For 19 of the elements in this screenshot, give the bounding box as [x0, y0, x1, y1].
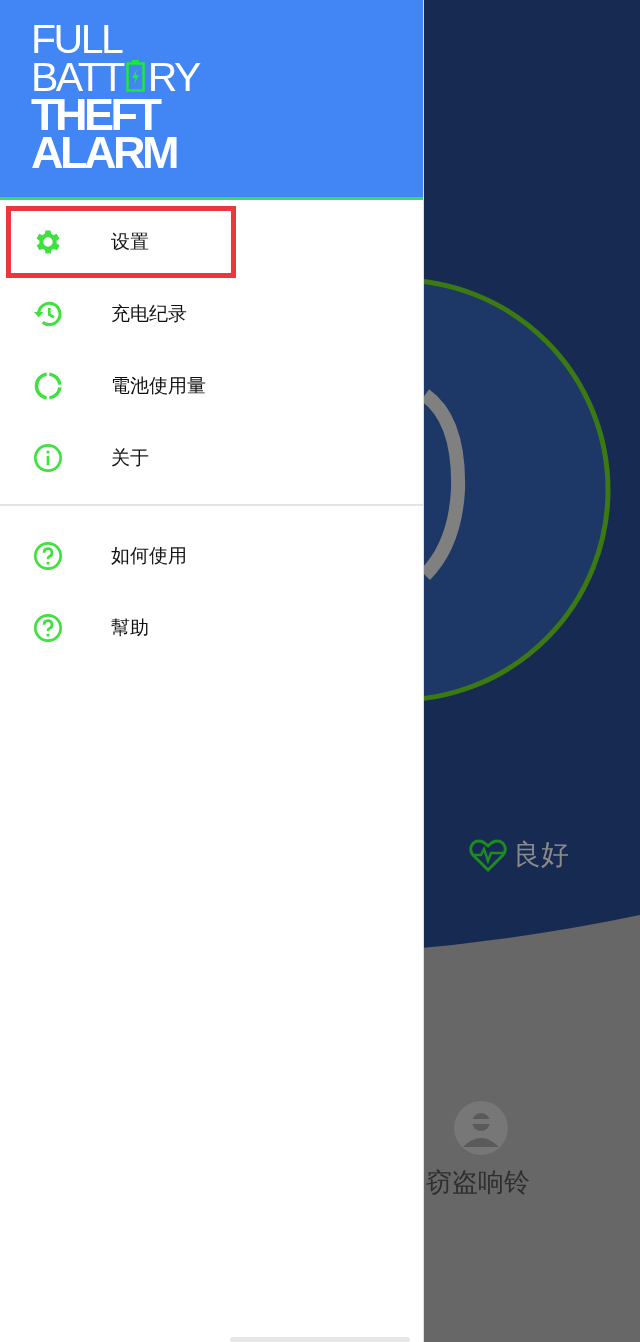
health-status: 良好: [513, 841, 569, 869]
thief-avatar-icon: [454, 1101, 508, 1155]
ring-icon: [32, 370, 64, 402]
menu-item[interactable]: 充电纪录: [6, 278, 417, 350]
menu-item[interactable]: 设置: [6, 206, 236, 278]
menu-item[interactable]: 電池使用量: [6, 350, 417, 422]
logo-text: THEFT: [31, 96, 159, 134]
menu-item[interactable]: 如何使用: [6, 520, 417, 592]
menu-item[interactable]: 关于: [6, 422, 417, 494]
logo-text: RY: [147, 58, 199, 96]
logo-text: BATT: [31, 58, 123, 96]
menu-item[interactable]: 幫助: [6, 592, 417, 664]
help-icon: [32, 612, 64, 644]
logo-text: ALARM: [31, 134, 176, 172]
info-icon: [32, 442, 64, 474]
battery-icon: [125, 60, 145, 92]
help-icon: [32, 540, 64, 572]
logo-text: FULL: [31, 20, 122, 58]
heart-pulse-icon: [469, 838, 507, 872]
